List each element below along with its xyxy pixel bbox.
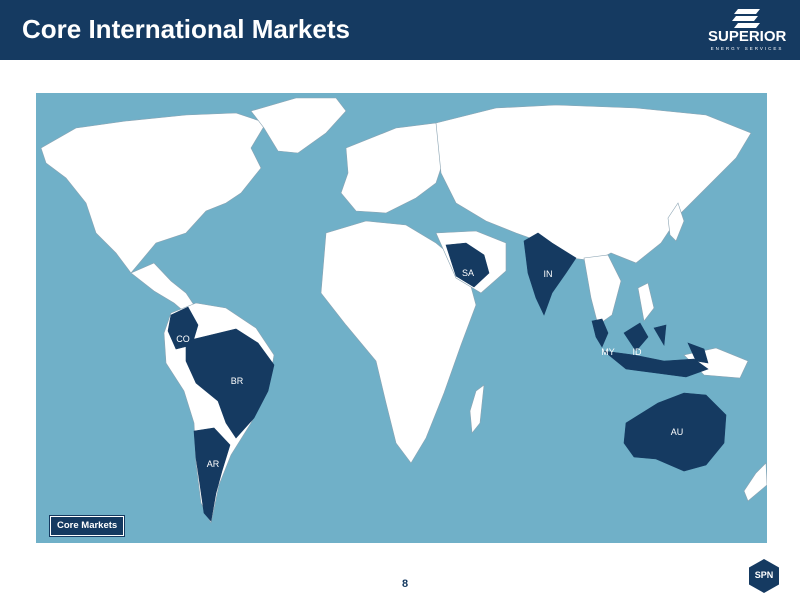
- land-se-asia: [583, 254, 622, 326]
- market-label-in: IN: [544, 269, 553, 279]
- spn-badge-label: SPN: [754, 570, 774, 580]
- logo-s-icon: [732, 9, 760, 28]
- market-shape-id: [602, 322, 709, 378]
- market-label-au: AU: [671, 427, 684, 437]
- company-logo: SUPERIOR ENERGY SERVICES: [708, 8, 786, 58]
- market-label-id: ID: [633, 347, 643, 357]
- page-number: 8: [401, 578, 409, 590]
- market-label-sa: SA: [462, 268, 474, 278]
- land-greenland: [250, 97, 347, 154]
- world-map: CO BR AR SA IN MY ID AU: [36, 93, 767, 543]
- world-map-svg: CO BR AR SA IN MY ID AU: [40, 97, 767, 524]
- market-label-br: BR: [231, 376, 244, 386]
- logo-name: SUPERIOR: [708, 28, 787, 45]
- header-bar: Core International Markets SUPERIOR ENER…: [0, 0, 800, 60]
- market-label-my: MY: [601, 347, 615, 357]
- land-philippines: [637, 282, 655, 322]
- land-north-america: [40, 112, 267, 274]
- market-label-co: CO: [176, 334, 190, 344]
- land-new-zealand: [743, 462, 767, 502]
- market-shape-my: [591, 318, 609, 348]
- market-label-ar: AR: [207, 459, 220, 469]
- page-title: Core International Markets: [22, 14, 350, 44]
- land-europe: [340, 122, 447, 214]
- legend-core-markets: Core Markets: [50, 516, 125, 536]
- logo-subtitle: ENERGY SERVICES: [710, 46, 784, 51]
- market-shape-ar: [193, 427, 231, 522]
- land-madagascar: [469, 384, 485, 434]
